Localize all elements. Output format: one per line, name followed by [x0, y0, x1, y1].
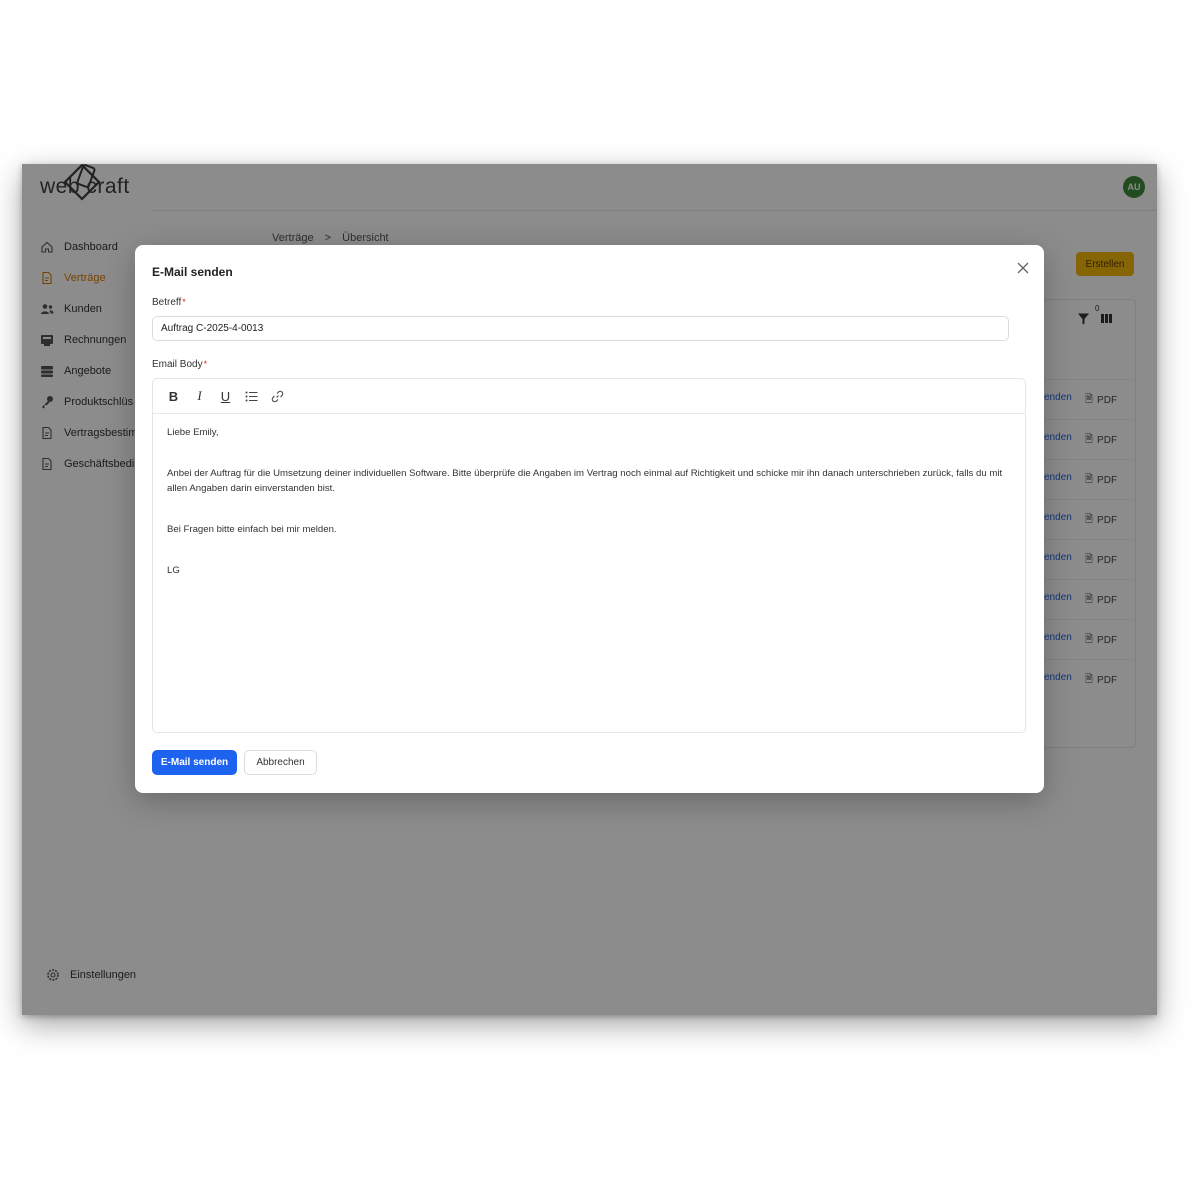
list-icon [245, 391, 258, 401]
email-body-label: Email Body* [152, 359, 207, 370]
underline-button[interactable]: U [217, 388, 234, 405]
logo[interactable]: web craft [40, 164, 130, 204]
link-button[interactable] [269, 388, 286, 405]
body-paragraph: Bei Fragen bitte einfach bei mir melden. [167, 524, 337, 535]
send-email-dialog: E-Mail senden Betreff* Email Body* B I U… [135, 245, 1044, 793]
cancel-button[interactable]: Abbrechen [244, 750, 317, 775]
send-email-button[interactable]: E-Mail senden [152, 750, 237, 775]
subject-input[interactable] [152, 316, 1009, 341]
email-body-editor[interactable]: B I U Liebe Emily, Anbei der Auftrag für… [152, 378, 1026, 733]
link-icon [271, 390, 284, 402]
close-icon [1017, 262, 1029, 274]
subject-label: Betreff* [152, 297, 186, 308]
bold-button[interactable]: B [165, 388, 182, 405]
required-marker: * [203, 359, 208, 369]
close-button[interactable] [1013, 258, 1033, 278]
body-paragraph: Anbei der Auftrag für die Umsetzung dein… [167, 468, 1003, 494]
email-body-content[interactable]: Liebe Emily, Anbei der Auftrag für die U… [167, 425, 1007, 604]
logo-text: web craft [40, 175, 130, 198]
body-paragraph: Liebe Emily, [167, 427, 219, 438]
email-body-label-text: Email Body [152, 359, 203, 370]
dialog-title: E-Mail senden [152, 265, 233, 279]
editor-toolbar: B I U [153, 379, 1025, 414]
italic-button[interactable]: I [191, 388, 208, 405]
body-paragraph: LG [167, 565, 180, 576]
required-marker: * [182, 297, 186, 307]
subject-label-text: Betreff [152, 297, 182, 308]
bullet-list-button[interactable] [243, 388, 260, 405]
